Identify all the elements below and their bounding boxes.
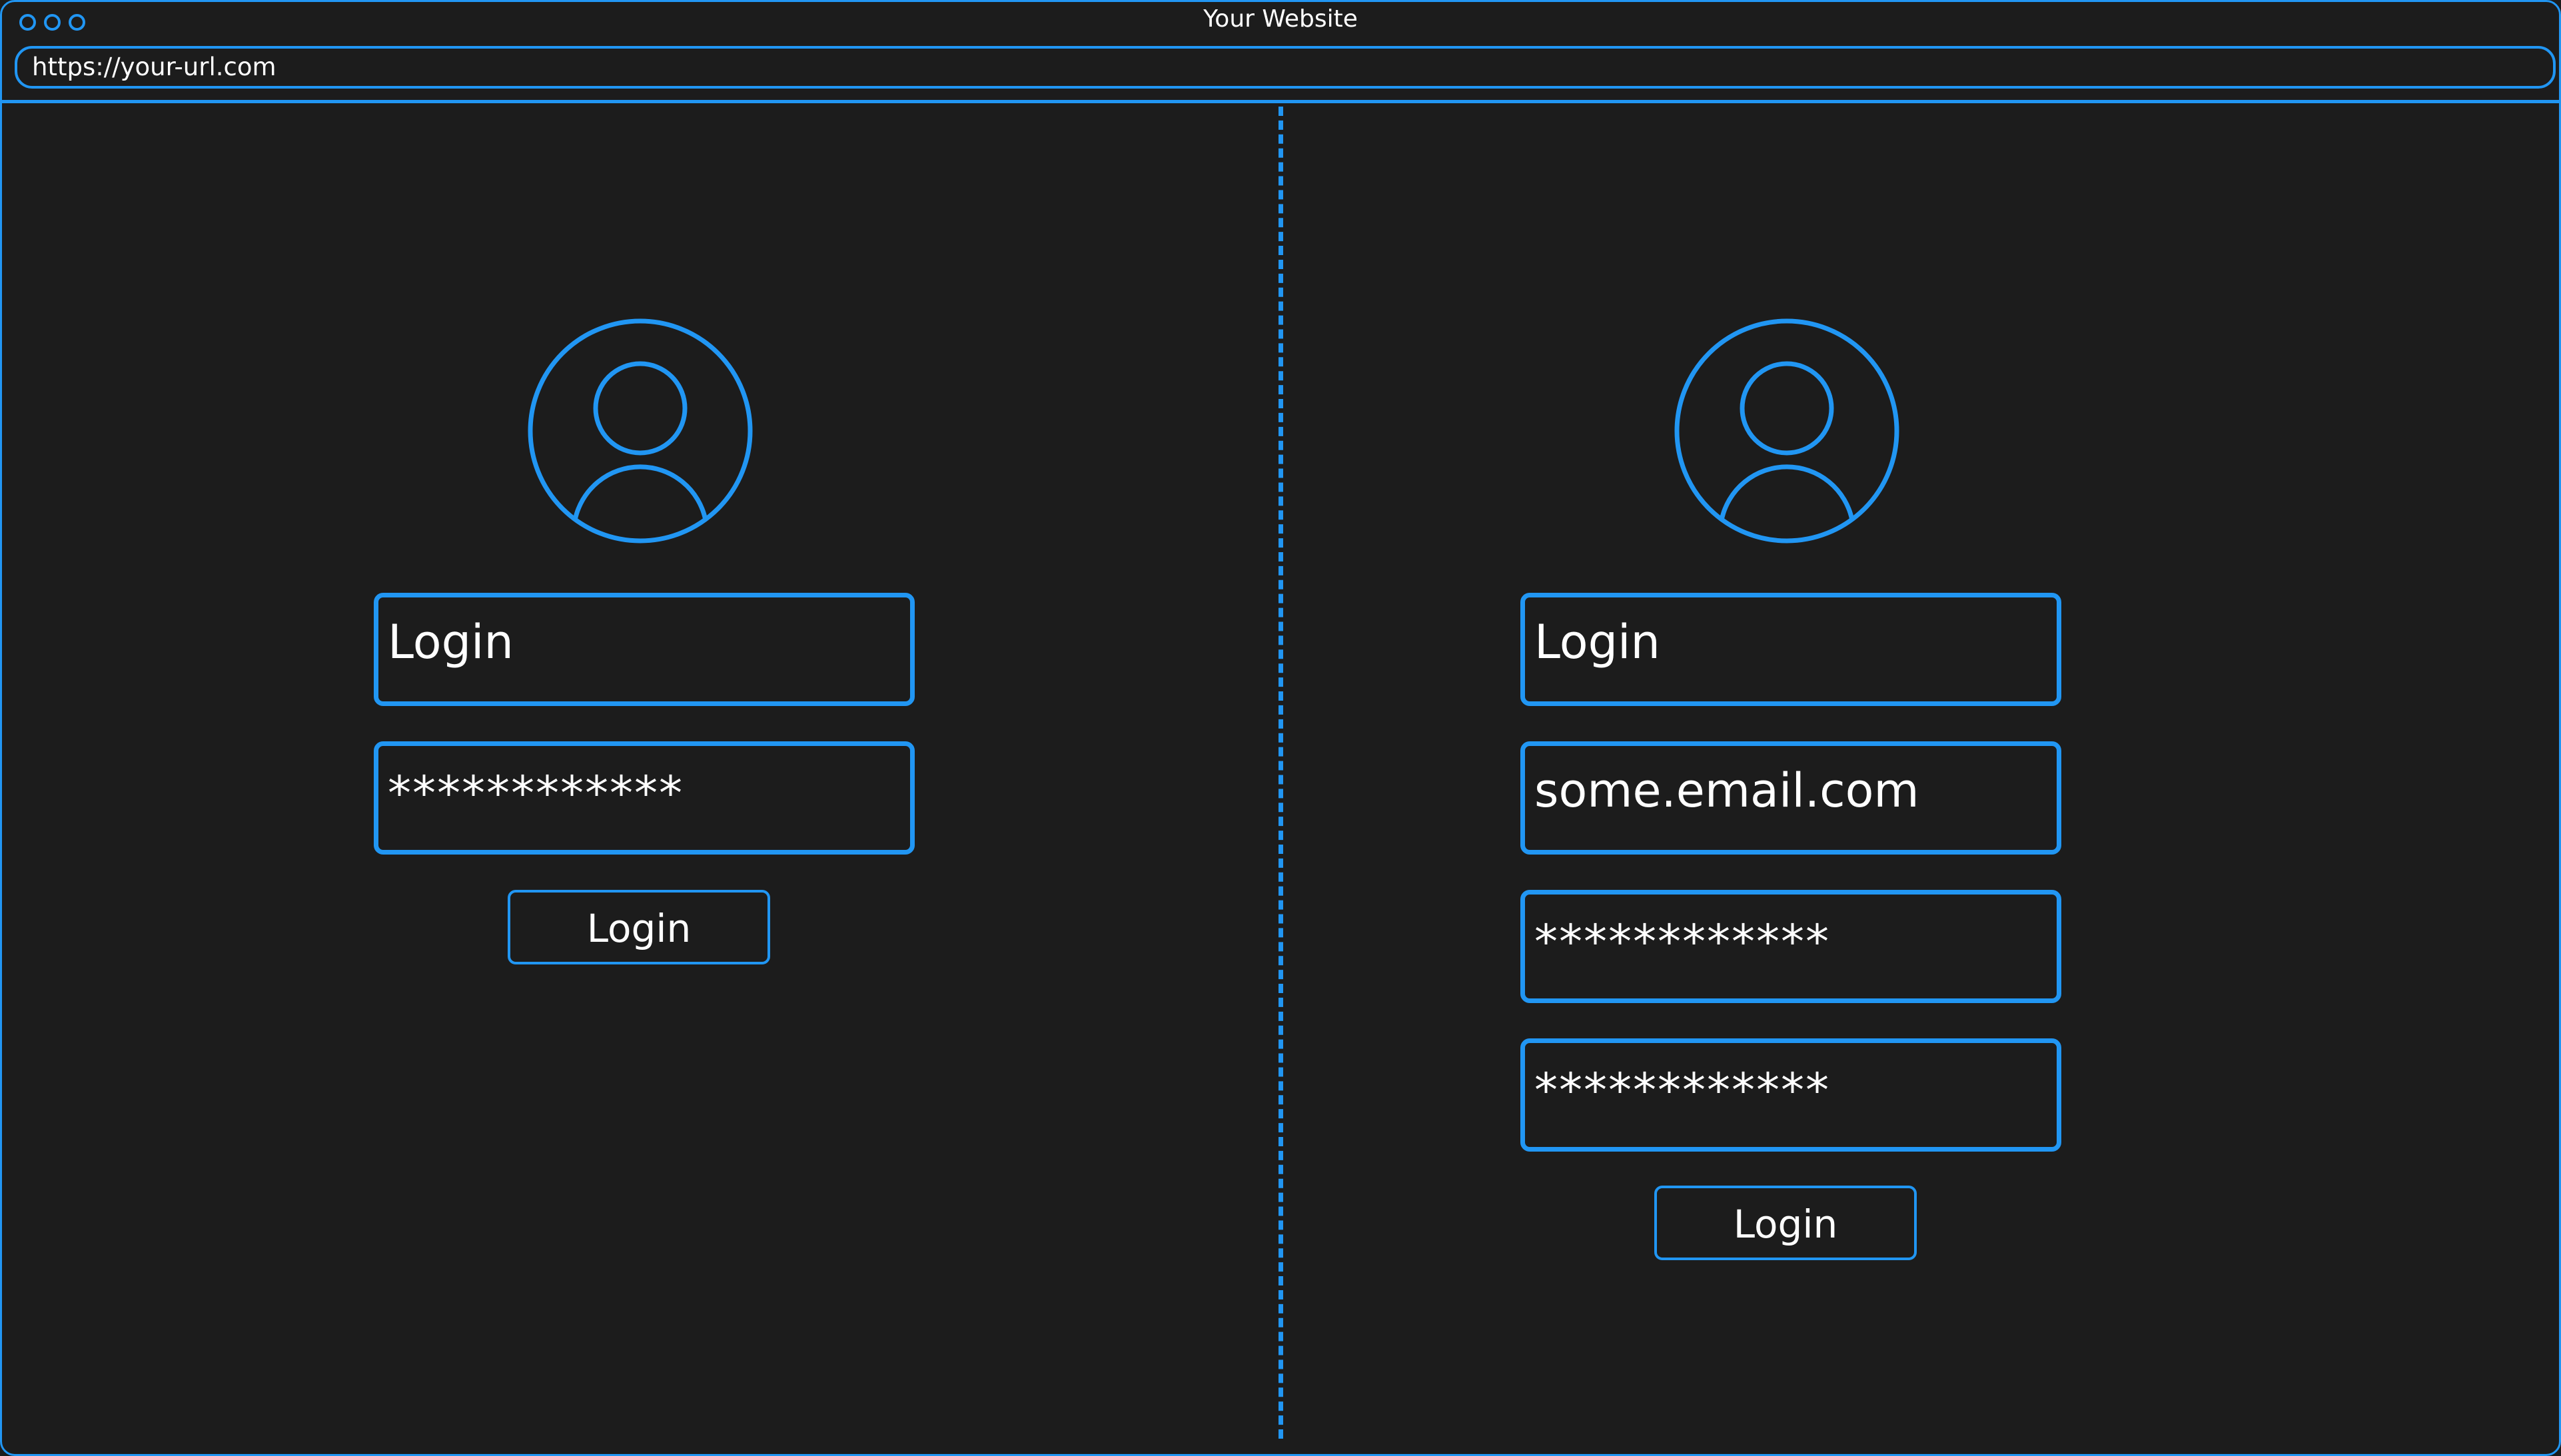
signup-login-value: Login [1534, 615, 1660, 669]
panel-divider [1279, 107, 1283, 1439]
signup-password-input[interactable]: ************ [1520, 890, 2061, 1003]
login-input-value: Login [388, 615, 514, 669]
window-title: Your Website [1203, 5, 1358, 33]
signup-login-button[interactable]: Login [1654, 1186, 1917, 1260]
login-input[interactable]: Login [374, 593, 915, 706]
signup-login-input[interactable]: Login [1520, 593, 2061, 706]
header-divider [0, 100, 2561, 103]
user-avatar-icon [1674, 318, 1899, 544]
confirm-password-value: ************ [1534, 1063, 1830, 1118]
email-input[interactable]: some.email.com [1520, 741, 2061, 855]
login-button[interactable]: Login [508, 890, 770, 964]
password-input-value: ************ [388, 766, 684, 821]
email-input-value: some.email.com [1534, 763, 1919, 818]
confirm-password-input[interactable]: ************ [1520, 1038, 2061, 1152]
password-input[interactable]: ************ [374, 741, 915, 855]
user-avatar-icon [528, 318, 753, 544]
signup-password-value: ************ [1534, 914, 1830, 969]
url-bar[interactable]: https://your-url.com [15, 46, 2556, 89]
